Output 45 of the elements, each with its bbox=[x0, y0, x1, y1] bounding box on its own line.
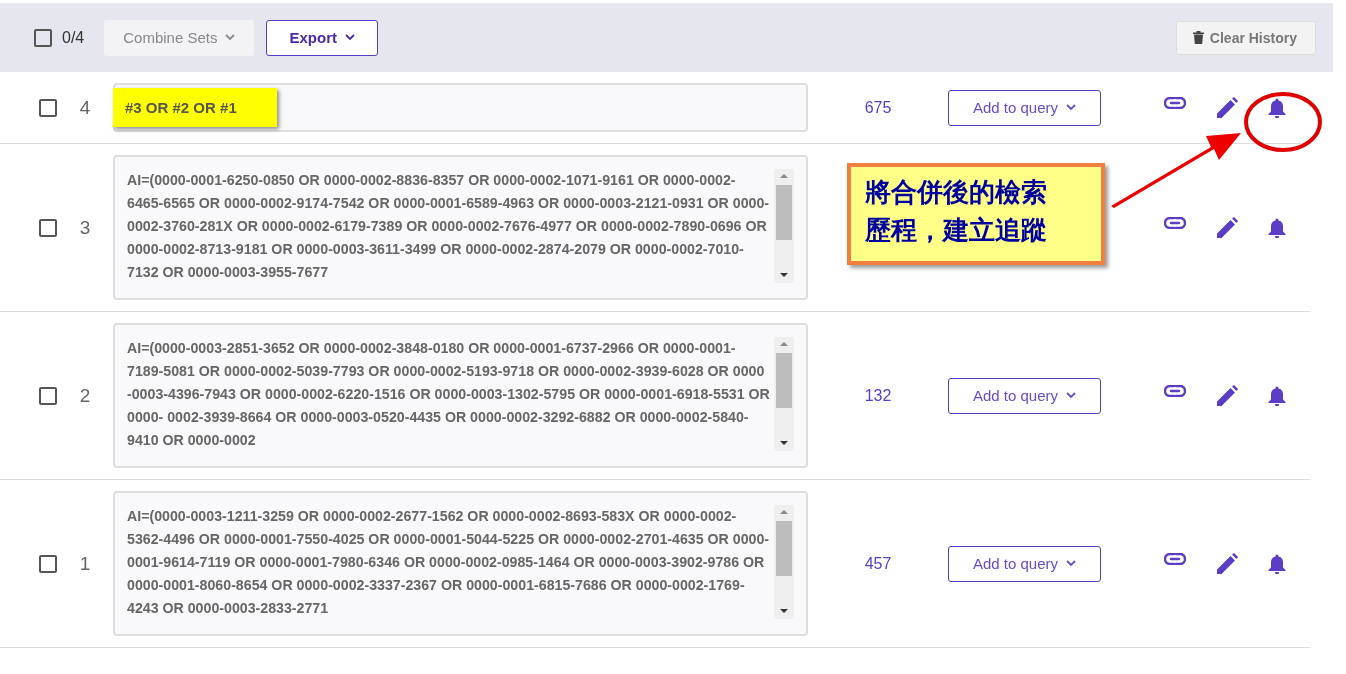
pencil-icon[interactable] bbox=[1216, 96, 1238, 119]
checkbox[interactable] bbox=[39, 554, 57, 573]
result-count[interactable]: 132 bbox=[808, 386, 948, 405]
query-text: AI=(0000-0003-1211-3259 OR 0000-0002-2677-1562 OR 0000-0002-8693-583X OR 0000-0002-5362-4496 OR 0000-0001-7550-4025 OR 0000-0001-5044-5225 OR 0000-0002-2701-4635 OR 0000-0001-9614-7119 OR 0000-0001-7980-6346 OR 0000-0002-0985-1464 OR 0000-0003-3902-9786 OR 0000-0001-8060-8654 OR 0000-0002-3337-2367 OR 0000-0001-6815-7686 OR 0000-0002-1769-4243 OR 0000-0003-2833-2771 bbox=[127, 507, 770, 618]
export-button[interactable]: Export bbox=[266, 19, 378, 56]
checkbox[interactable] bbox=[39, 218, 57, 237]
pencil-icon[interactable] bbox=[1216, 384, 1238, 407]
link-icon[interactable] bbox=[1164, 552, 1186, 565]
link-icon[interactable] bbox=[1164, 216, 1186, 229]
result-count[interactable]: 675 bbox=[808, 98, 948, 117]
add-to-query-button[interactable]: Add to query bbox=[948, 377, 1101, 414]
query-text: AI=(0000-0001-6250-0850 OR 0000-0002-8836-8357 OR 0000-0002-1071-9161 OR 0000-0002-6465-6565 OR 0000-0002-9174-7542 OR 0000-0001-6589-4963 OR 0000-0003-2121-0931 OR 0000-0002-3760-281X OR 0000-0002-6179-7389 OR 0000-0002-7676-4977 OR 0000-0002-7890-0696 OR 0000-0002-8713-9181 OR 0000-0003-3611-3499 OR 0000-0002-2874-2079 OR 0000-0002-7010-7132 OR 0000-0003-3955-7677 bbox=[127, 171, 770, 282]
set-number: 3 bbox=[78, 216, 92, 239]
bell-icon[interactable] bbox=[1268, 216, 1286, 239]
checkbox[interactable] bbox=[39, 98, 57, 117]
selection-count: 0/4 bbox=[62, 28, 85, 47]
bell-icon[interactable] bbox=[1268, 96, 1286, 119]
query-text: AI=(0000-0003-2851-3652 OR 0000-0002-3848-0180 OR 0000-0001-6737-2966 OR 0000-0001-7189-5081 OR 0000-0002-5039-7793 OR 0000-0002-5193-9718 OR 0000-0002-3939-6028 OR 0000 -0003-4396-7943 OR 0000-0002-6220-1516 OR 0000-0003-1302-5795 OR 0000-0001-6918-5531 OR 0000- 0002-3939-8664 OR 0000-0003-0520-4435 OR 0000-0002-3292-6882 OR 0000-0002-5840-9410 OR 0000-0002 bbox=[127, 339, 770, 450]
caret-icon bbox=[1066, 392, 1077, 399]
result-count[interactable]: 457 bbox=[808, 554, 948, 573]
caret-icon bbox=[1066, 560, 1077, 567]
query-textarea[interactable] bbox=[113, 491, 808, 636]
pencil-icon[interactable] bbox=[1216, 216, 1238, 239]
query-textarea[interactable] bbox=[113, 323, 808, 468]
clear-history-button[interactable]: Clear History bbox=[1175, 20, 1316, 55]
pencil-icon[interactable] bbox=[1216, 552, 1238, 575]
link-icon[interactable] bbox=[1164, 384, 1186, 397]
add-to-query-button[interactable]: Add to query bbox=[948, 89, 1101, 126]
caret-icon bbox=[1066, 104, 1077, 111]
query-field[interactable]: #3 OR #2 OR #1 bbox=[113, 83, 808, 132]
checkbox[interactable] bbox=[39, 386, 57, 405]
caret-icon bbox=[225, 34, 236, 41]
set-number: 2 bbox=[78, 384, 92, 407]
checkbox[interactable] bbox=[34, 28, 52, 47]
bell-icon[interactable] bbox=[1268, 384, 1286, 407]
link-icon[interactable] bbox=[1164, 96, 1186, 109]
set-number: 4 bbox=[78, 96, 92, 119]
caret-icon bbox=[345, 34, 355, 41]
callout-text: 將合併後的檢索歷程，建立追蹤 bbox=[865, 176, 1048, 247]
set-number: 1 bbox=[78, 552, 92, 575]
query-text: #3 OR #2 OR #1 bbox=[113, 88, 277, 127]
trash-icon bbox=[1192, 31, 1204, 44]
query-textarea[interactable] bbox=[113, 155, 808, 300]
add-to-query-button[interactable]: Add to query bbox=[948, 545, 1101, 582]
bell-icon[interactable] bbox=[1268, 552, 1286, 575]
